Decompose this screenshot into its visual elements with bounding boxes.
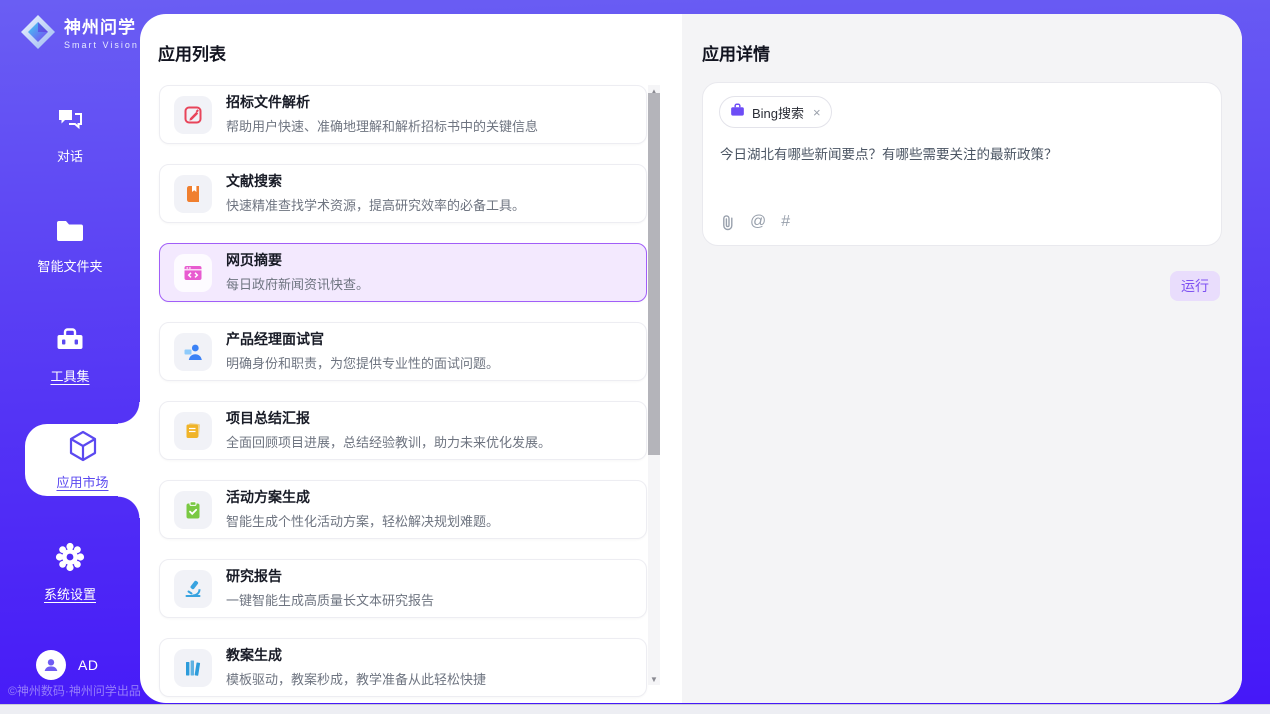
app-list-item[interactable]: 招标文件解析帮助用户快速、准确地理解和解析招标书中的关键信息 [159,85,647,144]
close-icon[interactable]: × [813,106,821,119]
app-list-item[interactable]: 项目总结汇报全面回顾项目进展，总结经验教训，助力未来优化发展。 [159,401,647,460]
toolbox-icon [55,326,85,359]
book-icon [174,175,212,213]
briefcase-icon [730,103,745,122]
run-button[interactable]: 运行 [1170,271,1220,301]
app-list: 招标文件解析帮助用户快速、准确地理解和解析招标书中的关键信息文献搜索快速精准查找… [159,85,647,697]
browser-code-icon [174,254,212,292]
sidebar-item-settings[interactable]: 系统设置 [0,542,140,603]
app-list-item[interactable]: 产品经理面试官明确身份和职责，为您提供专业性的面试问题。 [159,322,647,381]
app-item-name: 项目总结汇报 [226,410,551,427]
app-item-description: 明确身份和职责，为您提供专业性的面试问题。 [226,353,499,372]
active-tab-fillet-bottom [118,496,140,518]
scrollbar-thumb[interactable] [648,93,660,455]
app-list-scrollbar[interactable]: ▲ ▼ [648,85,660,685]
app-item-description: 快速精准查找学术资源，提高研究效率的必备工具。 [226,195,525,214]
sidebar-item-app-market[interactable]: 应用市场 [25,424,140,496]
tool-tag-bing-search[interactable]: Bing搜索 × [719,96,832,128]
sidebar-item-label: 对话 [57,146,83,165]
at-icon[interactable]: @ [750,213,766,231]
app-item-name: 教案生成 [226,647,486,664]
app-item-description: 模板驱动，教案秒成，教学准备从此轻松快捷 [226,669,486,688]
app-item-description: 每日政府新闻资讯快查。 [226,274,369,293]
hash-icon[interactable]: # [781,213,790,231]
app-detail-panel: 应用详情 Bing搜索 × 今日湖北有哪些新闻要点？有哪些需要关注的最新政策？ [682,14,1242,703]
sidebar-item-label: 工具集 [50,366,89,385]
folder-icon [55,218,85,249]
clipboard-check-icon [174,491,212,529]
app-item-name: 产品经理面试官 [226,331,499,348]
sidebar-item-toolset[interactable]: 工具集 [0,326,140,385]
microscope-icon [174,570,212,608]
app-list-title: 应用列表 [158,40,226,65]
app-item-name: 文献搜索 [226,173,525,190]
user-account[interactable]: AD [36,650,98,680]
app-item-name: 网页摘要 [226,252,369,269]
app-item-description: 智能生成个性化活动方案，轻松解决规划难题。 [226,511,499,530]
notes-icon [174,412,212,450]
app-list-item[interactable]: 网页摘要每日政府新闻资讯快查。 [159,243,647,302]
app-item-name: 研究报告 [226,568,434,585]
brand-name: 神州问学 [64,19,139,38]
scroll-down-arrow-icon[interactable]: ▼ [648,673,660,685]
chat-icon [55,106,85,139]
app-logo: 神州问学 Smart Vision [20,14,139,55]
pen-square-icon [174,96,212,134]
app-item-name: 活动方案生成 [226,489,499,506]
sidebar-item-label: 系统设置 [44,584,96,603]
prompt-input-card[interactable]: Bing搜索 × 今日湖北有哪些新闻要点？有哪些需要关注的最新政策？ @ # [702,82,1222,246]
query-input[interactable]: 今日湖北有哪些新闻要点？有哪些需要关注的最新政策？ [720,145,1205,165]
tool-tag-label: Bing搜索 [752,103,804,122]
app-item-description: 帮助用户快速、准确地理解和解析招标书中的关键信息 [226,116,538,135]
app-list-item[interactable]: 教案生成模板驱动，教案秒成，教学准备从此轻松快捷 [159,638,647,697]
app-item-name: 招标文件解析 [226,94,538,111]
sidebar-item-label: 智能文件夹 [37,256,102,275]
app-item-description: 一键智能生成高质量长文本研究报告 [226,590,434,609]
gear-icon [55,542,85,577]
active-tab-fillet-top [118,402,140,424]
books-icon [174,649,212,687]
app-item-description: 全面回顾项目进展，总结经验教训，助力未来优化发展。 [226,432,551,451]
paperclip-icon[interactable] [720,214,735,231]
sidebar-item-label: 应用市场 [56,472,108,491]
app-list-item[interactable]: 活动方案生成智能生成个性化活动方案，轻松解决规划难题。 [159,480,647,539]
window-bottom-strip [0,704,1270,714]
sidebar-item-smart-folders[interactable]: 智能文件夹 [0,218,140,275]
brand-tagline: Smart Vision [64,40,139,50]
sidebar: 神州问学 Smart Vision 对话 智能文件夹 [0,0,140,714]
brand-diamond-icon [20,14,56,55]
main-content: 应用列表 招标文件解析帮助用户快速、准确地理解和解析招标书中的关键信息文献搜索快… [140,14,1242,703]
interviewer-icon [174,333,212,371]
copyright-text: ©神州数码·神州问学出品 [8,682,141,699]
cube-icon [66,429,100,468]
app-list-item[interactable]: 文献搜索快速精准查找学术资源，提高研究效率的必备工具。 [159,164,647,223]
sidebar-item-chat[interactable]: 对话 [0,106,140,165]
app-detail-title: 应用详情 [702,40,770,65]
avatar [36,650,66,680]
app-list-item[interactable]: 研究报告一键智能生成高质量长文本研究报告 [159,559,647,618]
user-initials: AD [78,657,98,673]
